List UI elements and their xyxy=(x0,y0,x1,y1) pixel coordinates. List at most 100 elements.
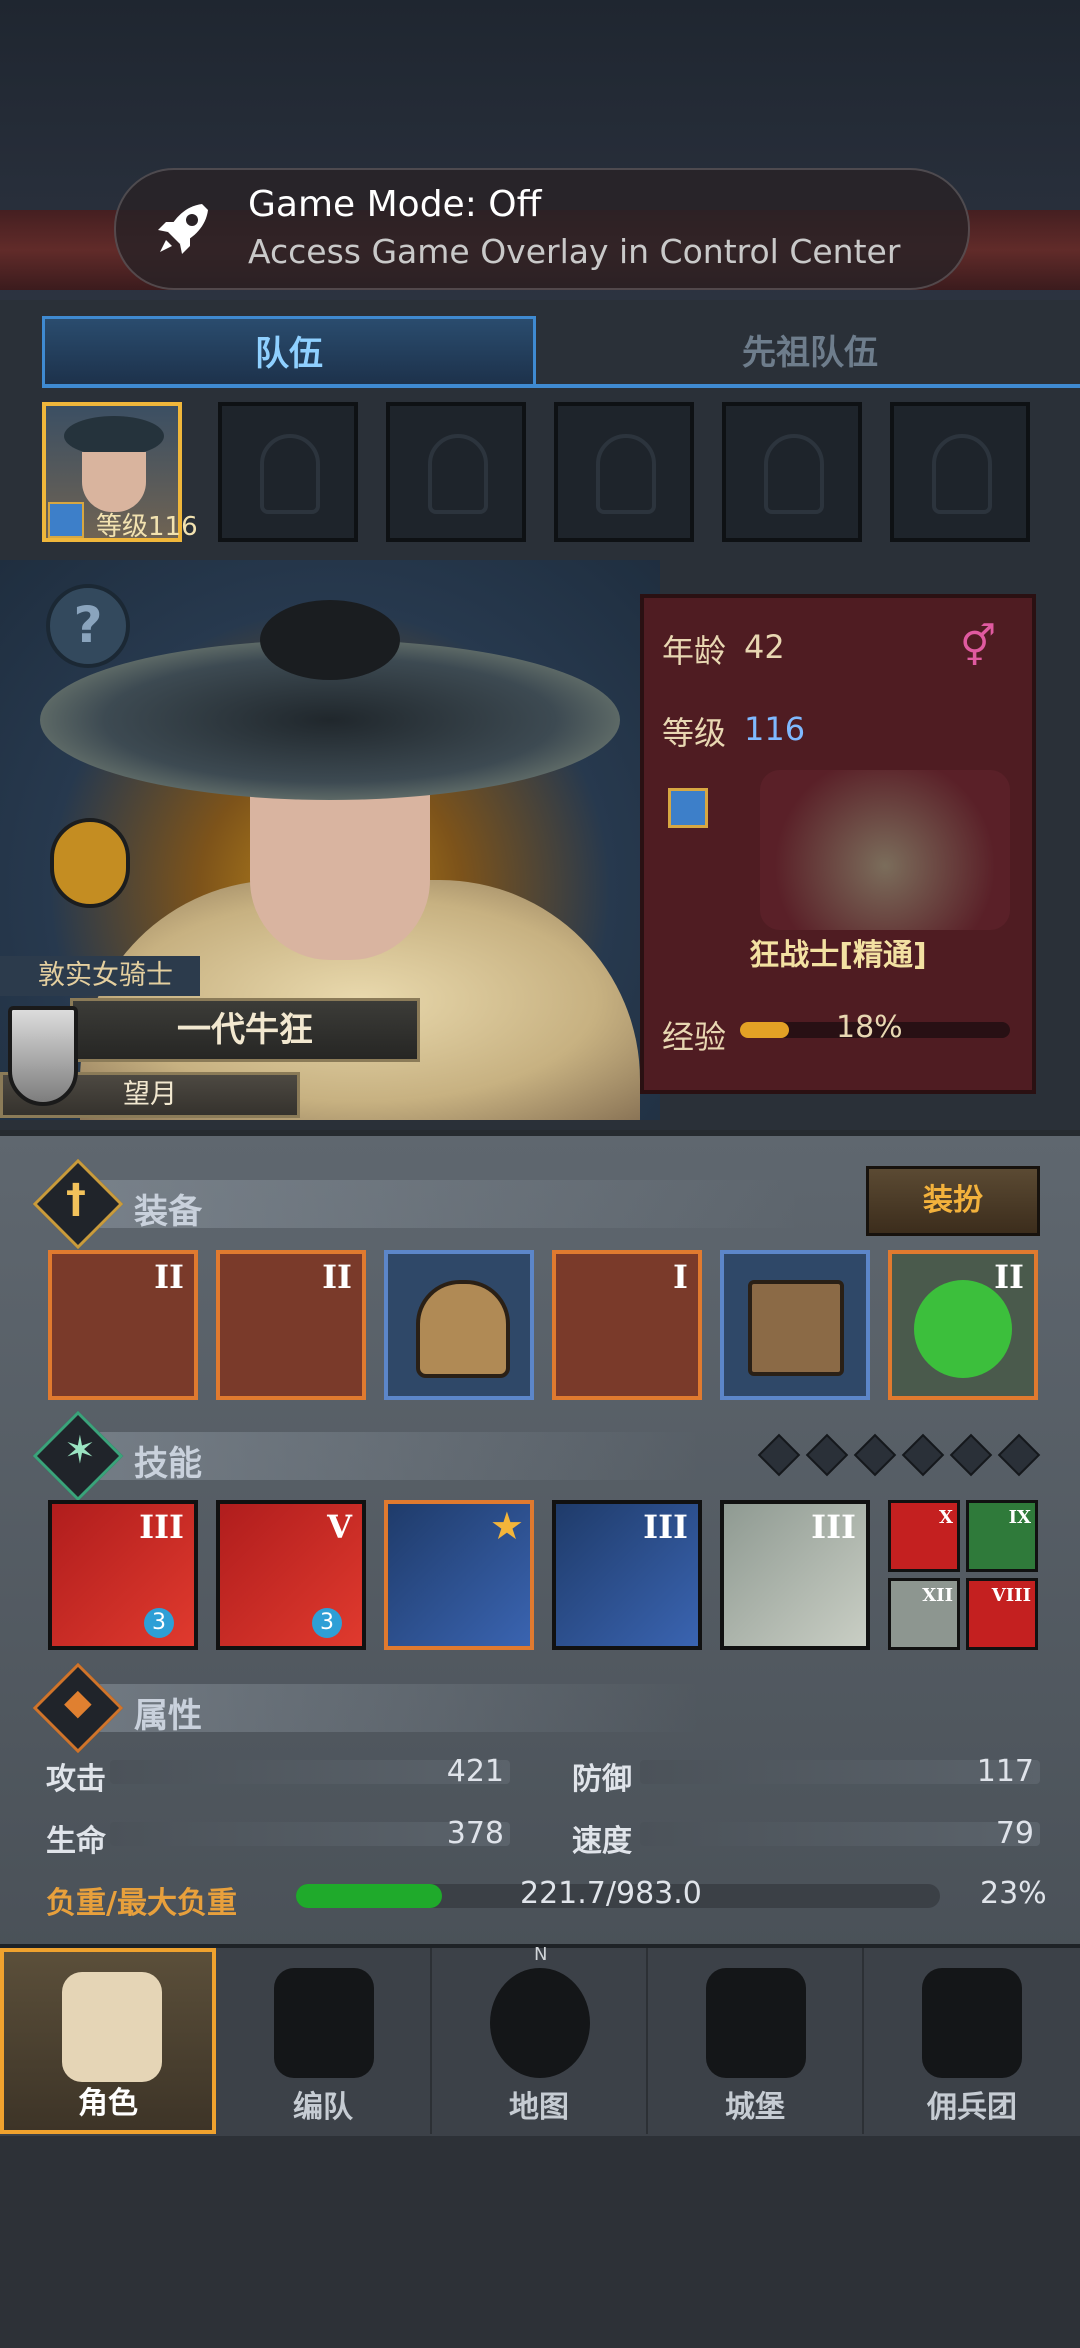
team-slot-6[interactable] xyxy=(890,402,1030,542)
empty-helmet-icon xyxy=(596,434,656,514)
dagger-icon: † xyxy=(66,1176,86,1222)
passive-skill-1[interactable]: X xyxy=(888,1500,960,1572)
class-icon xyxy=(668,788,708,828)
character-face xyxy=(250,780,430,960)
skill-charge-badge: 3 xyxy=(144,1608,174,1638)
bottom-safe-area xyxy=(0,2136,1080,2348)
passive-skill-3[interactable]: XII xyxy=(888,1578,960,1650)
equipment-slot-boots[interactable] xyxy=(720,1250,870,1400)
game-mode-notification[interactable] xyxy=(114,168,970,290)
hp-value: 378 xyxy=(446,1816,504,1851)
tier-label: V xyxy=(327,1508,352,1546)
tier-label: II xyxy=(154,1258,184,1296)
defense-value: 117 xyxy=(976,1754,1034,1789)
skill-slot-2[interactable]: V 3 xyxy=(216,1500,366,1650)
load-percent: 23% xyxy=(980,1876,1047,1911)
load-bar-fill xyxy=(296,1884,442,1908)
tab-team[interactable]: 队伍 xyxy=(42,316,536,388)
team-slot-2[interactable] xyxy=(218,402,358,542)
equipment-strip xyxy=(100,1180,800,1228)
slot-hat-icon xyxy=(64,416,164,456)
dress-up-button[interactable]: 装扮 xyxy=(866,1166,1040,1236)
tier-label: X xyxy=(939,1507,953,1528)
team-slot-5[interactable] xyxy=(722,402,862,542)
notification-title: Game Mode: Off xyxy=(248,184,542,225)
equipment-slot-weapon-2[interactable]: II xyxy=(216,1250,366,1400)
nav-character[interactable]: 角色 xyxy=(0,1948,216,2134)
slot-class-icon xyxy=(48,502,84,538)
mercenary-flag-icon xyxy=(922,1968,1022,2078)
exp-percent: 18% xyxy=(836,1010,903,1045)
age-label: 年龄 xyxy=(662,632,727,670)
shield-sword-icon xyxy=(8,1006,78,1106)
nav-castle[interactable]: 城堡 xyxy=(648,1948,864,2134)
nav-label: 地图 xyxy=(509,2090,569,2125)
team-slot-3[interactable] xyxy=(386,402,526,542)
tier-label: II xyxy=(994,1258,1024,1296)
team-slot-4[interactable] xyxy=(554,402,694,542)
nav-mercenary[interactable]: 佣兵团 xyxy=(864,1948,1080,2134)
skill-slot-5[interactable]: III xyxy=(720,1500,870,1650)
class-unit-figure xyxy=(760,770,1010,930)
empty-helmet-icon xyxy=(932,434,992,514)
castle-icon xyxy=(706,1968,806,2078)
drop-icon: ◆ xyxy=(64,1682,92,1723)
skills-title: 技能 xyxy=(134,1444,202,1484)
attack-value: 421 xyxy=(446,1754,504,1789)
skill-slot-3[interactable]: ★ xyxy=(384,1500,534,1650)
exp-bar-fill xyxy=(740,1022,789,1038)
helmet-formation-icon xyxy=(274,1968,374,2078)
speed-value: 79 xyxy=(995,1816,1034,1851)
tab-ancestor-team[interactable]: 先祖队伍 xyxy=(540,318,1080,388)
nav-label: 角色 xyxy=(78,2086,138,2121)
passive-skill-4[interactable]: VIII xyxy=(966,1578,1038,1650)
level-label: 等级 xyxy=(662,714,727,752)
compass-north-label: N xyxy=(534,1944,548,1965)
exp-label: 经验 xyxy=(662,1018,727,1056)
tier-label: IX xyxy=(1008,1507,1031,1528)
nav-formation[interactable]: 编队 xyxy=(216,1948,432,2134)
tier-label: I xyxy=(673,1258,688,1296)
help-button[interactable]: ? xyxy=(46,584,130,668)
passive-skill-2[interactable]: IX xyxy=(966,1500,1038,1572)
nav-map[interactable]: 地图 xyxy=(432,1948,648,2134)
nav-label: 城堡 xyxy=(725,2090,785,2125)
level-value: 116 xyxy=(744,710,806,748)
helmet-icon xyxy=(416,1280,510,1378)
tier-label: III xyxy=(139,1508,184,1546)
star-icon: ★ xyxy=(489,1504,524,1548)
character-hat-knot xyxy=(260,600,400,680)
tier-label: XII xyxy=(922,1585,953,1606)
skill-slot-4[interactable]: III xyxy=(552,1500,702,1650)
equipment-slot-helmet[interactable] xyxy=(384,1250,534,1400)
knight-icon xyxy=(62,1972,162,2082)
character-title: 敦实女骑士 xyxy=(0,956,200,996)
attributes-title: 属性 xyxy=(134,1696,202,1736)
attack-label: 攻击 xyxy=(46,1762,106,1797)
load-value: 221.7/983.0 xyxy=(520,1876,702,1911)
load-label: 负重/最大负重 xyxy=(46,1886,237,1921)
class-name: 狂战士[精通] xyxy=(749,938,927,973)
nav-label: 佣兵团 xyxy=(927,2090,1017,2125)
potion-icon[interactable] xyxy=(50,818,130,908)
notification-subtitle: Access Game Overlay in Control Center xyxy=(248,232,901,271)
rocket-icon xyxy=(158,204,208,254)
empty-helmet-icon xyxy=(260,434,320,514)
tier-label: VIII xyxy=(991,1585,1031,1606)
character-name[interactable]: 一代牛狂 xyxy=(70,998,420,1062)
tier-label: II xyxy=(322,1258,352,1296)
slot-portrait xyxy=(82,452,146,512)
equipment-slot-armor[interactable]: I xyxy=(552,1250,702,1400)
hp-label: 生命 xyxy=(46,1824,106,1859)
compass-map-icon xyxy=(490,1968,590,2078)
empty-helmet-icon xyxy=(428,434,488,514)
equipment-slot-accessory[interactable]: II xyxy=(888,1250,1038,1400)
nav-label: 编队 xyxy=(293,2090,353,2125)
gender-icon: ⚥ xyxy=(960,624,997,670)
equipment-slot-weapon-1[interactable]: II xyxy=(48,1250,198,1400)
skill-charge-badge: 3 xyxy=(312,1608,342,1638)
tier-label: III xyxy=(811,1508,856,1546)
skill-slot-1[interactable]: III 3 xyxy=(48,1500,198,1650)
age-value: 42 xyxy=(744,628,785,666)
tier-label: III xyxy=(643,1508,688,1546)
